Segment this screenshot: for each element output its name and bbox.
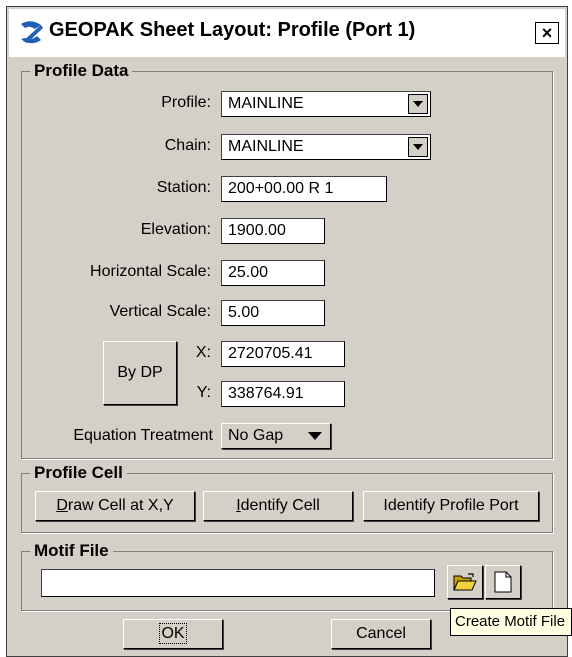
title-bar: GEOPAK Sheet Layout: Profile (Port 1) × (9, 9, 565, 57)
chain-label: Chain: (164, 137, 211, 154)
profile-cell-legend: Profile Cell (30, 463, 127, 483)
elevation-field[interactable]: 1900.00 (221, 218, 325, 244)
x-label: X: (195, 344, 211, 361)
window-title: GEOPAK Sheet Layout: Profile (Port 1) (49, 19, 416, 41)
horizontal-scale-field[interactable]: 25.00 (221, 260, 325, 286)
station-label: Station: (156, 179, 211, 196)
equation-treatment-select[interactable]: No Gap (221, 423, 331, 449)
equation-treatment-value: No Gap (228, 427, 284, 444)
vertical-scale-label: Vertical Scale: (109, 303, 211, 320)
equation-treatment-label: Equation Treatment (73, 427, 213, 444)
chevron-down-icon (413, 144, 423, 150)
identify-cell-button[interactable]: Identify Cell (203, 491, 353, 521)
profile-dropdown-button[interactable] (408, 94, 428, 114)
ok-button[interactable]: OK (123, 619, 223, 649)
create-motif-file-tooltip: Create Motif File (450, 608, 572, 636)
profile-select[interactable]: MAINLINE (221, 91, 431, 117)
identify-profile-port-button[interactable]: Identify Profile Port (363, 491, 539, 521)
chevron-down-icon (413, 101, 423, 107)
station-field[interactable]: 200+00.00 R 1 (221, 176, 387, 202)
x-field[interactable]: 2720705.41 (221, 341, 345, 367)
cancel-button[interactable]: Cancel (331, 619, 431, 649)
dialog-window: GEOPAK Sheet Layout: Profile (Port 1) × … (6, 6, 568, 657)
by-dp-button[interactable]: By DP (103, 341, 177, 405)
open-folder-icon (453, 573, 477, 591)
draw-cell-button[interactable]: Draw Cell at X,Y (35, 491, 195, 521)
create-file-button[interactable] (485, 565, 521, 599)
motif-file-field[interactable] (41, 569, 435, 597)
motif-file-legend: Motif File (30, 541, 113, 561)
vertical-scale-field[interactable]: 5.00 (221, 300, 325, 326)
profile-data-legend: Profile Data (30, 61, 133, 81)
chevron-down-icon (308, 432, 322, 440)
elevation-label: Elevation: (140, 221, 211, 238)
chain-dropdown-button[interactable] (408, 137, 428, 157)
browse-folder-button[interactable] (447, 565, 483, 599)
close-button[interactable]: × (535, 22, 559, 44)
new-document-icon (494, 571, 512, 593)
chain-select[interactable]: MAINLINE (221, 134, 431, 160)
profile-label: Profile: (161, 94, 211, 111)
y-field[interactable]: 338764.91 (221, 381, 345, 407)
geopak-logo-icon (21, 21, 43, 44)
horizontal-scale-label: Horizontal Scale: (90, 263, 211, 280)
y-label: Y: (196, 384, 211, 401)
